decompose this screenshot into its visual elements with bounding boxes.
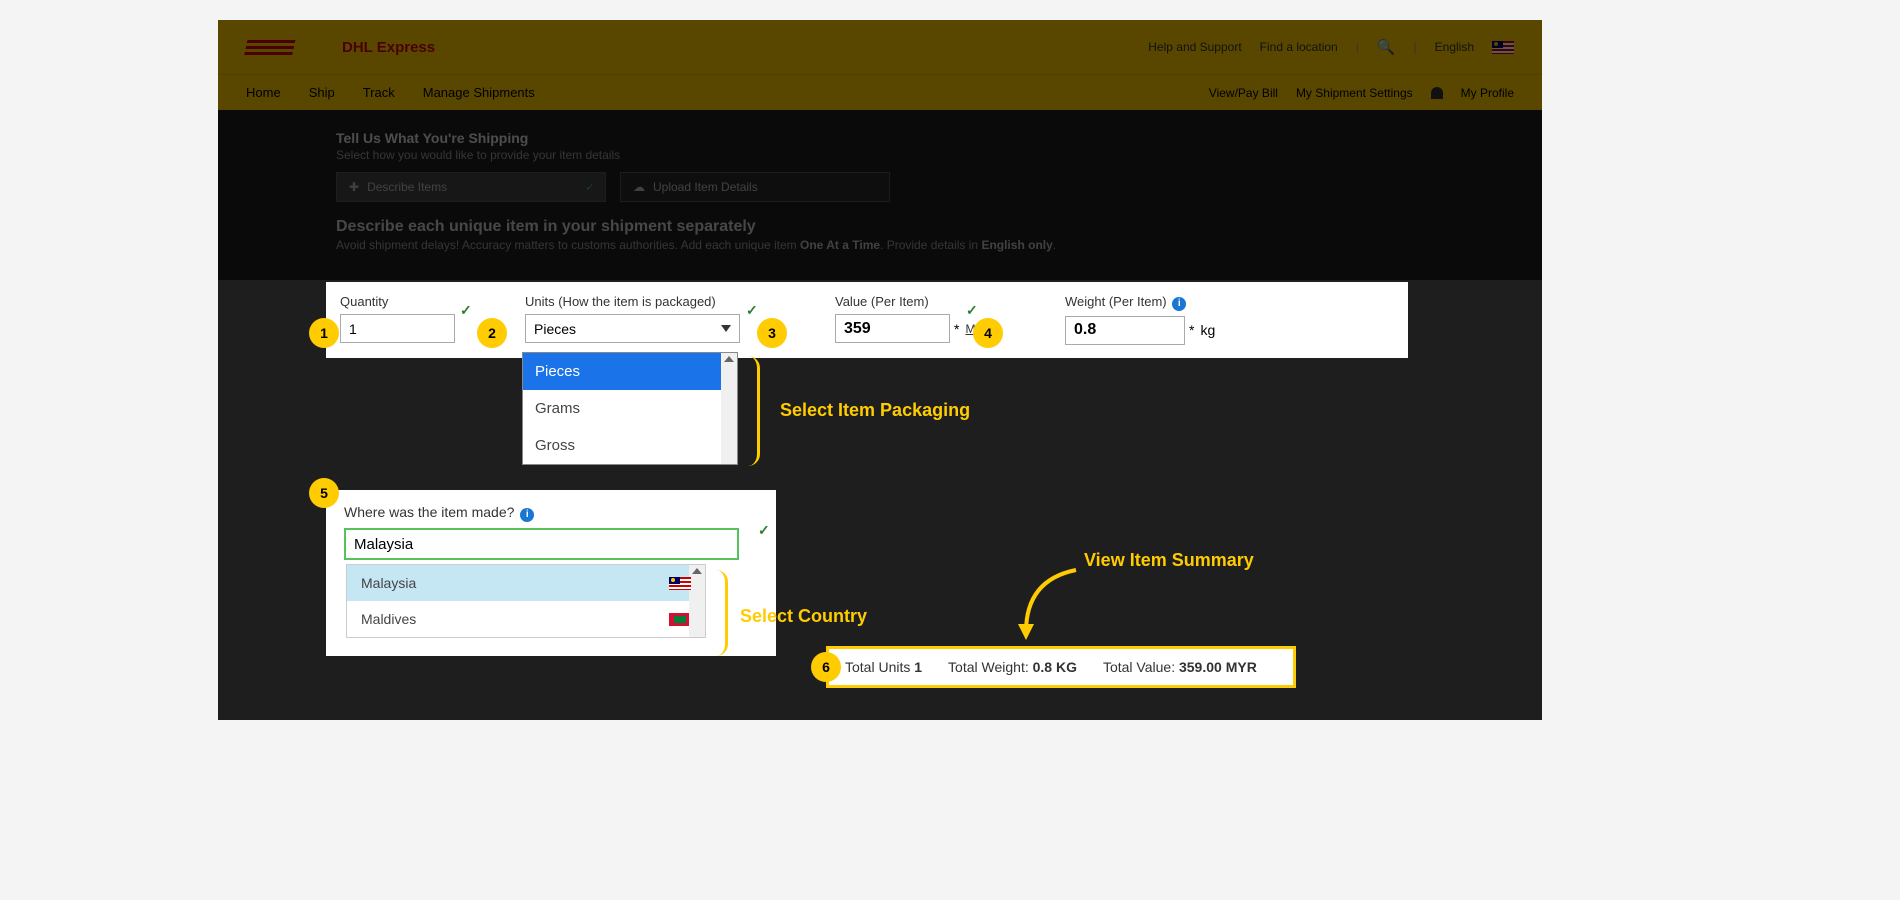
check-icon: ✓ — [966, 302, 978, 319]
page-intro: Tell Us What You're Shipping Select how … — [336, 130, 1470, 252]
step-badge-1: 1 — [309, 318, 339, 348]
nav-home[interactable]: Home — [246, 85, 281, 100]
nav-view-pay-bill[interactable]: View/Pay Bill — [1209, 86, 1278, 100]
country-label: Where was the item made? i — [344, 504, 534, 520]
flag-maldives-icon — [669, 613, 691, 626]
units-dropdown: Pieces Grams Gross — [522, 352, 738, 465]
step-badge-6: 6 — [811, 652, 841, 682]
navbar: Home Ship Track Manage Shipments View/Pa… — [218, 74, 1542, 110]
flag-malaysia-icon — [669, 577, 691, 590]
units-option-gross[interactable]: Gross — [523, 427, 737, 464]
value-input[interactable] — [835, 314, 950, 343]
annotation-select-country: Select Country — [740, 606, 867, 627]
brace-icon — [740, 356, 760, 466]
units-option-pieces[interactable]: Pieces — [523, 353, 737, 390]
scrollbar-track[interactable] — [689, 565, 705, 637]
describe-items-subtext: Avoid shipment delays! Accuracy matters … — [336, 238, 1470, 252]
annotation-select-packaging: Select Item Packaging — [780, 400, 970, 421]
nav-shipment-settings[interactable]: My Shipment Settings — [1296, 86, 1413, 100]
nav-ship[interactable]: Ship — [309, 85, 335, 100]
item-summary-box: Total Units 1 Total Weight: 0.8 KG Total… — [826, 646, 1296, 688]
step-badge-3: 3 — [757, 318, 787, 348]
annotation-view-summary: View Item Summary — [1084, 550, 1254, 571]
summary-units: Total Units 1 — [845, 659, 922, 675]
arrow-icon — [1006, 560, 1096, 650]
tab-upload-label: Upload Item Details — [653, 180, 758, 194]
check-icon: ✓ — [758, 522, 770, 539]
help-support-link[interactable]: Help and Support — [1148, 40, 1241, 54]
language-select[interactable]: English — [1435, 40, 1474, 54]
scroll-up-icon[interactable] — [692, 568, 702, 574]
step-badge-5: 5 — [309, 478, 339, 508]
section-subtitle: Select how you would like to provide you… — [336, 148, 1470, 162]
search-icon[interactable]: 🔍 — [1377, 38, 1396, 56]
quantity-label: Quantity — [340, 294, 455, 309]
country-dropdown: Malaysia Maldives — [346, 564, 706, 638]
app-window: DHL Express Help and Support Find a loca… — [218, 20, 1542, 720]
tab-upload-details[interactable]: ☁ Upload Item Details — [620, 172, 890, 202]
flag-malaysia-icon — [1492, 41, 1514, 54]
chevron-down-icon — [721, 325, 731, 332]
check-icon: ✓ — [585, 180, 595, 194]
cloud-upload-icon: ☁ — [633, 180, 645, 194]
describe-items-heading: Describe each unique item in your shipme… — [336, 218, 756, 235]
tab-describe-label: Describe Items — [367, 180, 447, 194]
weight-label: Weight (Per Item) i — [1065, 294, 1245, 311]
dhl-logo-icon — [244, 38, 328, 56]
units-select[interactable]: Pieces — [525, 314, 740, 343]
scroll-up-icon[interactable] — [724, 356, 734, 362]
topbar: DHL Express Help and Support Find a loca… — [218, 20, 1542, 74]
units-value: Pieces — [534, 321, 576, 337]
info-icon[interactable]: i — [1172, 297, 1186, 311]
nav-track[interactable]: Track — [363, 85, 395, 100]
tab-describe-items[interactable]: ✚ Describe Items ✓ — [336, 172, 606, 202]
units-label: Units (How the item is packaged) — [525, 294, 755, 309]
plus-icon: ✚ — [349, 180, 359, 194]
separator: | — [1356, 40, 1359, 54]
brace-icon — [708, 570, 728, 656]
scrollbar-track[interactable] — [721, 353, 737, 464]
units-option-grams[interactable]: Grams — [523, 390, 737, 427]
summary-value: Total Value: 359.00 MYR — [1103, 659, 1257, 675]
check-icon: ✓ — [746, 302, 758, 319]
quantity-input[interactable] — [340, 314, 455, 343]
country-input[interactable] — [344, 528, 739, 560]
nav-my-profile[interactable]: My Profile — [1461, 86, 1514, 100]
section-title: Tell Us What You're Shipping — [336, 130, 1470, 146]
nav-manage[interactable]: Manage Shipments — [423, 85, 535, 100]
country-option-maldives[interactable]: Maldives — [347, 601, 705, 637]
required-asterisk: * — [1189, 322, 1194, 338]
user-icon — [1431, 87, 1443, 99]
weight-input[interactable] — [1065, 316, 1185, 345]
step-badge-2: 2 — [477, 318, 507, 348]
check-icon: ✓ — [460, 302, 472, 319]
weight-unit: kg — [1200, 322, 1215, 338]
separator: | — [1414, 40, 1417, 54]
country-option-malaysia[interactable]: Malaysia — [347, 565, 705, 601]
info-icon[interactable]: i — [520, 508, 534, 522]
summary-weight: Total Weight: 0.8 KG — [948, 659, 1077, 675]
brand-name: DHL Express — [342, 39, 435, 56]
step-badge-4: 4 — [973, 318, 1003, 348]
required-asterisk: * — [954, 321, 959, 337]
find-location-link[interactable]: Find a location — [1260, 40, 1338, 54]
